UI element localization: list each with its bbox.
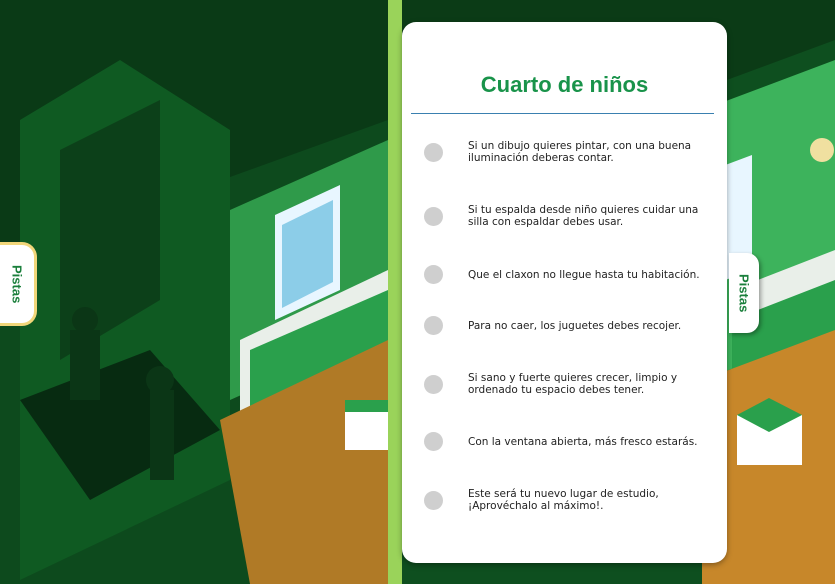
clue-item[interactable]: Que el claxon no llegue hasta tu habitac… (424, 265, 714, 284)
clue-status-dot[interactable] (424, 374, 443, 394)
clue-item[interactable]: Si un dibujo quieres pintar, con una bue… (424, 140, 714, 164)
clue-text: Si un dibujo quieres pintar, con una bue… (468, 140, 692, 164)
pistas-tab-right[interactable]: Pistas (729, 253, 759, 333)
clue-status-dot[interactable] (424, 316, 443, 335)
pistas-tab-left[interactable]: Pistas (0, 245, 34, 323)
clue-item[interactable]: Si sano y fuerte quieres crecer, limpio … (424, 372, 714, 396)
clue-text: Si tu espalda desde niño quieres cuidar … (468, 204, 699, 228)
scene-divider (388, 0, 402, 584)
clue-item[interactable]: Con la ventana abierta, más fresco estar… (424, 432, 714, 451)
left-room-scene (0, 0, 388, 584)
clue-text: Si sano y fuerte quieres crecer, limpio … (468, 372, 678, 396)
clue-text: Este será tu nuevo lugar de estudio, ¡Ap… (468, 488, 659, 512)
clue-item[interactable]: Para no caer, los juguetes debes recojer… (424, 316, 714, 335)
clue-text: Que el claxon no llegue hasta tu habitac… (468, 268, 700, 281)
title-divider (411, 113, 714, 114)
pistas-tab-label: Pistas (9, 264, 25, 304)
clue-text: Para no caer, los juguetes debes recojer… (468, 319, 682, 332)
clue-item[interactable]: Este será tu nuevo lugar de estudio, ¡Ap… (424, 488, 714, 512)
clue-text: Con la ventana abierta, más fresco estar… (468, 435, 698, 448)
clues-panel: Cuarto de niños Si un dibujo quieres pin… (402, 22, 727, 563)
pistas-tab-label: Pistas (736, 273, 752, 313)
left-room-illustration (0, 0, 388, 584)
clue-status-dot[interactable] (424, 432, 443, 451)
clue-status-dot[interactable] (424, 265, 443, 284)
clue-status-dot[interactable] (424, 490, 443, 510)
panel-title: Cuarto de niños (480, 72, 649, 97)
clue-status-dot[interactable] (424, 206, 443, 226)
clue-status-dot[interactable] (424, 142, 443, 162)
clue-item[interactable]: Si tu espalda desde niño quieres cuidar … (424, 204, 714, 228)
